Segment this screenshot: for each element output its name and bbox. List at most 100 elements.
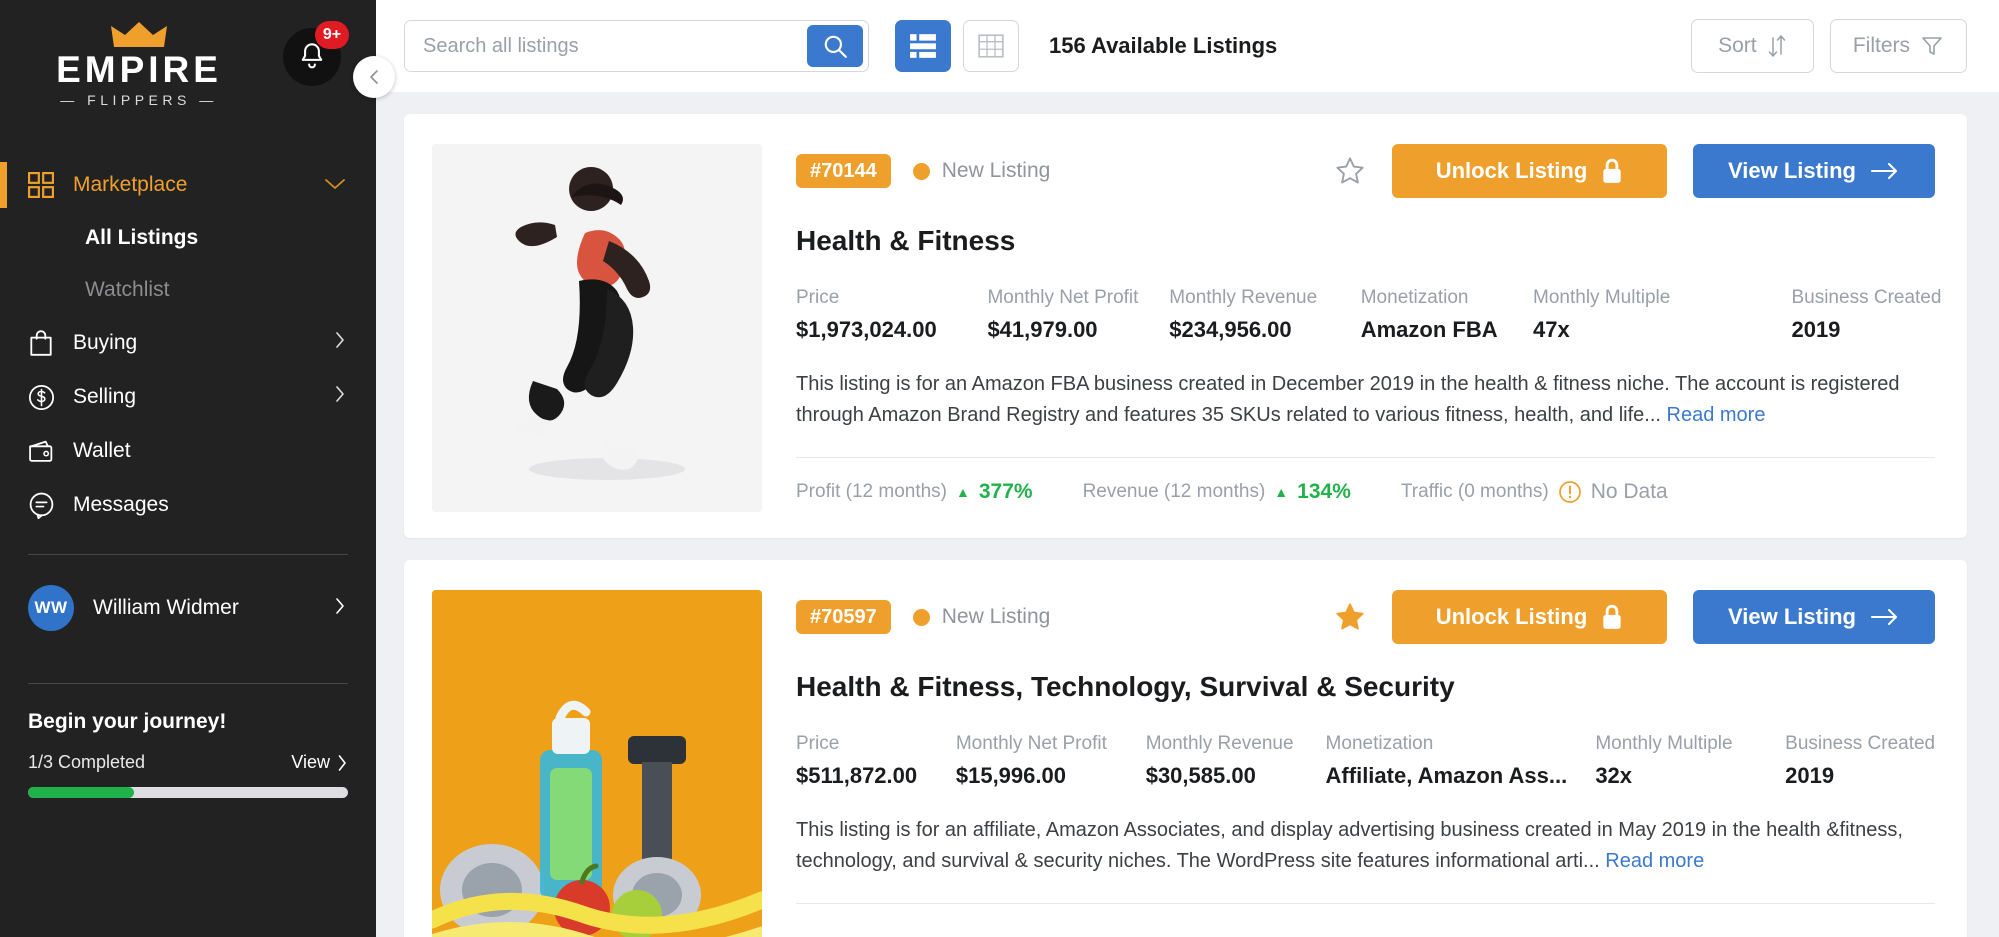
unlock-listing-button[interactable]: Unlock Listing (1392, 590, 1667, 644)
search-box (404, 20, 869, 72)
metric-monthly-revenue: Monthly Revenue $234,956.00 (1169, 287, 1318, 342)
view-toggle-list[interactable] (895, 20, 951, 72)
sidebar-item-watchlist[interactable]: Watchlist (0, 264, 376, 316)
arrow-right-icon (1870, 162, 1898, 180)
avatar: WW (28, 585, 74, 631)
read-more-link[interactable]: Read more (1605, 850, 1704, 872)
shopping-bag-icon (28, 329, 62, 357)
sort-label: Sort (1718, 34, 1757, 57)
metric-monthly-multiple: Monthly Multiple 32x (1595, 733, 1733, 788)
listing-id-badge: #70597 (796, 600, 891, 634)
journey-title: Begin your journey! (28, 710, 227, 733)
listing-separator (796, 903, 1935, 904)
listing-thumbnail (432, 590, 762, 937)
status-dot-icon (912, 162, 930, 180)
metric-business-created: Business Created 2019 (1791, 287, 1942, 342)
toolbar: 156 Available Listings Sort Filters (376, 0, 1999, 92)
app-root: EMPIRE — FLIPPERS — 9+ Marketplace All L… (0, 0, 1999, 937)
journey-view-label: View (291, 752, 330, 772)
listing-title: Health & Fitness, Technology, Survival &… (796, 671, 1455, 702)
listing-header: #70597 New Listing Unlock Listing View L… (796, 590, 1935, 644)
metric-monthly-multiple: Monthly Multiple 47x (1533, 287, 1671, 342)
sidebar-collapse-button[interactable] (353, 56, 395, 98)
status-label: New Listing (941, 159, 1051, 182)
sidebar-item-wallet[interactable]: Wallet (0, 424, 376, 478)
journey-progress-text: 1/3 Completed (28, 752, 146, 772)
listing-id-badge: #70144 (796, 154, 891, 188)
sidebar-item-marketplace[interactable]: Marketplace (0, 158, 376, 212)
search-button[interactable] (807, 25, 863, 67)
listing-status: New Listing (912, 605, 1050, 629)
sidebar-item-messages[interactable]: Messages (0, 478, 376, 532)
status-dot-icon (912, 608, 930, 626)
view-toggle-table[interactable] (963, 20, 1019, 72)
listing-separator (796, 457, 1935, 458)
favorite-star-icon[interactable] (1334, 155, 1366, 187)
listing-card[interactable]: #70144 New Listing Unlock Listing View L… (404, 114, 1967, 538)
user-name: William Widmer (93, 596, 239, 619)
chevron-down-icon (324, 173, 346, 197)
sidebar-item-selling[interactable]: Selling (0, 370, 376, 424)
favorite-star-icon[interactable] (1334, 601, 1366, 633)
crown-icon (111, 22, 167, 47)
listing-metrics: Price $1,973,024.00 Monthly Net Profit $… (796, 287, 1942, 343)
listing-details: #70597 New Listing Unlock Listing View L… (796, 590, 1935, 937)
unlock-listing-button[interactable]: Unlock Listing (1392, 144, 1667, 198)
listing-description-text: This listing is for an affiliate, Amazon… (796, 819, 1903, 872)
empire-flippers-logo: EMPIRE — FLIPPERS — (28, 22, 250, 108)
lock-icon (1603, 158, 1621, 183)
listing-actions: Unlock Listing View Listing (1334, 144, 1935, 198)
listings-count: 156 Available Listings (1049, 33, 1278, 58)
listing-actions: Unlock Listing View Listing (1334, 590, 1935, 644)
sidebar-item-all-listings[interactable]: All Listings (0, 212, 376, 264)
listing-status: New Listing (912, 159, 1051, 183)
listing-header: #70144 New Listing Unlock Listing View L… (796, 144, 1935, 198)
metric-business-created: Business Created 2019 (1785, 733, 1936, 788)
logo-subtext: — FLIPPERS — (60, 92, 218, 108)
toolbar-actions: Sort Filters (1690, 19, 1967, 73)
user-profile[interactable]: WW William Widmer (0, 555, 376, 661)
sidebar-item-label: All Listings (85, 226, 199, 249)
metric-monthly-net-profit: Monthly Net Profit $41,979.00 (987, 287, 1139, 342)
chevron-right-icon (334, 384, 346, 410)
chevron-right-icon (334, 330, 346, 356)
filters-button[interactable]: Filters (1829, 19, 1967, 73)
sort-button[interactable]: Sort (1690, 19, 1814, 73)
metric-monetization: Monetization Affiliate, Amazon Ass... (1325, 733, 1568, 788)
chevron-left-icon (370, 70, 378, 84)
main-content: 156 Available Listings Sort Filters (376, 0, 1999, 937)
sort-arrows-icon (1768, 35, 1785, 57)
logo-wordmark: EMPIRE (56, 49, 222, 90)
sidebar-item-label: Messages (73, 493, 169, 516)
list-view-icon (910, 34, 936, 58)
message-bubble-icon (28, 492, 62, 519)
view-listing-label: View Listing (1728, 604, 1856, 629)
chevron-right-icon (334, 596, 346, 621)
footer-stat-traffic: Traffic (0 months) No Data (1400, 480, 1668, 503)
metric-price: Price $511,872.00 (796, 733, 918, 788)
sidebar-item-buying[interactable]: Buying (0, 316, 376, 370)
listing-description: This listing is for an Amazon FBA busine… (796, 369, 1935, 431)
filters-label: Filters (1852, 34, 1910, 57)
listing-card[interactable]: #70597 New Listing Unlock Listing View L… (404, 560, 1967, 937)
listing-title: Health & Fitness (796, 225, 1016, 256)
sidebar-item-label: Buying (73, 331, 138, 354)
chevron-right-icon (338, 754, 346, 771)
read-more-link[interactable]: Read more (1667, 404, 1766, 426)
search-icon (824, 35, 847, 58)
unlock-listing-label: Unlock Listing (1435, 158, 1588, 183)
view-listing-button[interactable]: View Listing (1693, 590, 1935, 644)
search-input[interactable] (405, 21, 807, 71)
metric-monetization: Monetization Amazon FBA (1360, 287, 1498, 342)
dollar-circle-icon (28, 384, 62, 411)
notifications-button[interactable]: 9+ (283, 21, 349, 86)
sidebar-item-label: Selling (73, 385, 137, 408)
journey-widget: Begin your journey! 1/3 Completed View (0, 684, 376, 798)
journey-view-button[interactable]: View (291, 752, 348, 773)
journey-progress-fill (28, 787, 134, 798)
listing-description: This listing is for an affiliate, Amazon… (796, 815, 1935, 877)
listings-scroll-area[interactable]: #70144 New Listing Unlock Listing View L… (376, 92, 1999, 937)
funnel-icon (1922, 37, 1942, 55)
view-listing-button[interactable]: View Listing (1693, 144, 1935, 198)
listing-metrics: Price $511,872.00 Monthly Net Profit $15… (796, 733, 1935, 789)
